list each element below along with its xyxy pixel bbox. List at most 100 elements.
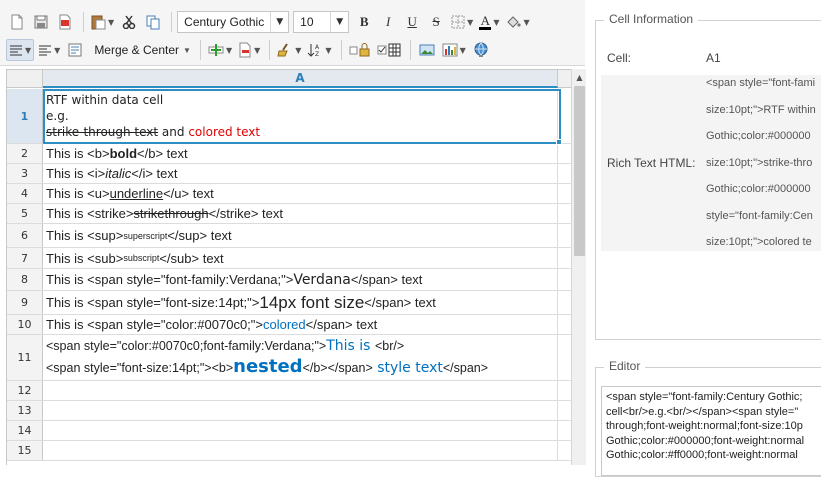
cell-a1-line3: strike-through text and colored text <box>46 124 260 140</box>
chevron-down-icon[interactable]: ▼ <box>270 12 288 32</box>
cut-button[interactable] <box>118 11 140 33</box>
toolbar-separator <box>199 40 201 60</box>
cell-text-colored: colored <box>263 317 306 332</box>
row-header[interactable]: 3 <box>7 164 43 183</box>
svg-text:Z: Z <box>315 51 319 57</box>
cell-text-mid: </b></span> <box>302 360 373 375</box>
merge-center-label: Merge & Center <box>94 43 180 57</box>
row-header[interactable]: 7 <box>7 248 43 268</box>
copy-button[interactable] <box>142 11 164 33</box>
info-row-rich-text: Rich Text HTML: <span style="font-fami s… <box>601 75 821 251</box>
row-header[interactable]: 12 <box>7 381 43 400</box>
insert-row-button[interactable]: ▼ <box>206 39 234 61</box>
vertical-scrollbar[interactable]: ▲ <box>571 69 586 465</box>
html-editor-textarea[interactable]: <span style="font-family:Century Gothic;… <box>601 386 821 476</box>
hyperlink-button[interactable] <box>470 39 492 61</box>
cell-text-pre: This is <sub> <box>46 250 124 266</box>
cell-a7[interactable]: This is <sub> subscript </sub> text <box>43 248 558 268</box>
row-header[interactable]: 10 <box>7 315 43 334</box>
toolbar-separator <box>340 40 342 60</box>
row-header[interactable]: 4 <box>7 184 43 203</box>
row-header[interactable]: 15 <box>7 441 43 460</box>
wrap-text-button[interactable] <box>64 39 86 61</box>
merge-center-button[interactable]: Merge & Center ▼ <box>88 39 193 61</box>
sort-icon: AZ <box>308 44 320 57</box>
cell-a9[interactable]: This is <span style="font-size:14pt;"> 14… <box>43 291 558 314</box>
cell-a5[interactable]: This is <strike> strikethrough </strike> t… <box>43 204 558 223</box>
cell-a13[interactable] <box>43 401 558 420</box>
cell-a15[interactable] <box>43 441 558 460</box>
cell-text-pre: <span style="font-size:14pt;"><b> <box>46 360 234 375</box>
cell-a12[interactable] <box>43 381 558 400</box>
toolbar-separator <box>83 12 84 32</box>
row-header[interactable]: 11 <box>7 335 43 380</box>
toolbar-separator <box>409 40 411 60</box>
font-size-select[interactable]: 10 ▼ <box>293 11 350 33</box>
scroll-up-icon[interactable]: ▲ <box>572 69 587 85</box>
cell-a11-line2: <span style="font-size:14pt;"><b>nested<… <box>46 356 488 379</box>
sort-button[interactable]: AZ ▼ <box>305 39 333 61</box>
checkbox-cell-button[interactable] <box>375 39 403 61</box>
export-pdf-button[interactable] <box>54 11 76 33</box>
spreadsheet-grid[interactable]: A 1 RTF within data cell e.g. strike-thr… <box>6 69 586 465</box>
toolbar-row-1: ▼ Century Gothic ▼ 10 ▼ B I U S ▼ A ▼ ▼ <box>6 8 534 36</box>
cell-a11[interactable]: <span style="color:#0070c0;font-family:V… <box>43 335 558 380</box>
font-color-button[interactable]: A ▼ <box>477 11 501 33</box>
editor-line: <span style="font-family:Century Gothic; <box>606 391 803 403</box>
insert-image-button[interactable] <box>416 39 438 61</box>
toolbar: ▼ Century Gothic ▼ 10 ▼ B I U S ▼ A ▼ ▼ … <box>0 0 585 66</box>
insert-chart-button[interactable]: ▼ <box>440 39 468 61</box>
select-all-corner[interactable] <box>7 70 43 88</box>
table-row: 1 RTF within data cell e.g. strike-throu… <box>7 89 573 144</box>
table-row: 3 This is <i> italic </i> text <box>7 164 573 184</box>
fill-color-button[interactable]: ▼ <box>503 11 531 33</box>
row-header[interactable]: 13 <box>7 401 43 420</box>
underline-button[interactable]: U <box>401 11 423 33</box>
row-header[interactable]: 6 <box>7 224 43 247</box>
cell-a10[interactable]: This is <span style="color:#0070c0;"> col… <box>43 315 558 334</box>
cell-a4[interactable]: This is <u> underline </u> text <box>43 184 558 203</box>
clear-format-button[interactable]: ▼ <box>275 39 303 61</box>
cell-a1-line2: e.g. <box>46 109 69 123</box>
editor-legend: Editor <box>604 359 646 373</box>
borders-button[interactable]: ▼ <box>449 11 475 33</box>
column-header-a[interactable]: A <box>43 70 558 88</box>
cell-text-post: </b> text <box>137 146 188 161</box>
font-color-dropdown-icon: ▼ <box>493 17 500 27</box>
cell-a2[interactable]: This is <b> bold </b> text <box>43 144 558 163</box>
row-header[interactable]: 2 <box>7 144 43 163</box>
strikethrough-button[interactable]: S <box>425 11 447 33</box>
lock-cell-button[interactable] <box>347 39 373 61</box>
delete-row-button[interactable]: ▼ <box>236 39 262 61</box>
delete-icon <box>239 42 251 58</box>
cell-information-panel: Cell Information Cell: A1 Rich Text HTML… <box>595 12 821 340</box>
new-file-button[interactable] <box>6 11 28 33</box>
row-header[interactable]: 8 <box>7 269 43 290</box>
paste-button[interactable]: ▼ <box>89 11 116 33</box>
font-family-select[interactable]: Century Gothic ▼ <box>177 11 290 33</box>
row-header[interactable]: 1 <box>7 89 43 143</box>
cell-a14[interactable] <box>43 421 558 440</box>
italic-button[interactable]: I <box>377 11 399 33</box>
table-row: 12 <box>7 381 573 401</box>
broom-icon <box>277 43 289 57</box>
save-button[interactable] <box>30 11 52 33</box>
fill-handle[interactable] <box>556 139 562 145</box>
row-header[interactable]: 14 <box>7 421 43 440</box>
cell-a3[interactable]: This is <i> italic </i> text <box>43 164 558 183</box>
scrollbar-thumb[interactable] <box>574 86 585 256</box>
bold-button[interactable]: B <box>353 11 375 33</box>
cell-text-style: style text <box>372 359 443 376</box>
cell-a6[interactable]: This is <sup> superscript </sup> text <box>43 224 558 247</box>
row-header[interactable]: 9 <box>7 291 43 314</box>
vertical-align-button[interactable]: ▼ <box>6 39 35 61</box>
cell-a1[interactable]: RTF within data cell e.g. strike-through… <box>43 89 558 143</box>
cell-a8[interactable]: This is <span style="font-family:Verdana… <box>43 269 558 290</box>
row-header[interactable]: 5 <box>7 204 43 223</box>
cell-information-table: Cell: A1 Rich Text HTML: <span style="fo… <box>601 41 821 251</box>
font-color-letter: A <box>480 12 490 28</box>
chevron-down-icon[interactable]: ▼ <box>330 12 348 32</box>
horizontal-align-button[interactable]: ▼ <box>36 39 62 61</box>
editor-line: through;font-weight:normal;font-size:10p <box>606 420 803 432</box>
merge-dropdown-icon: ▼ <box>183 45 191 55</box>
